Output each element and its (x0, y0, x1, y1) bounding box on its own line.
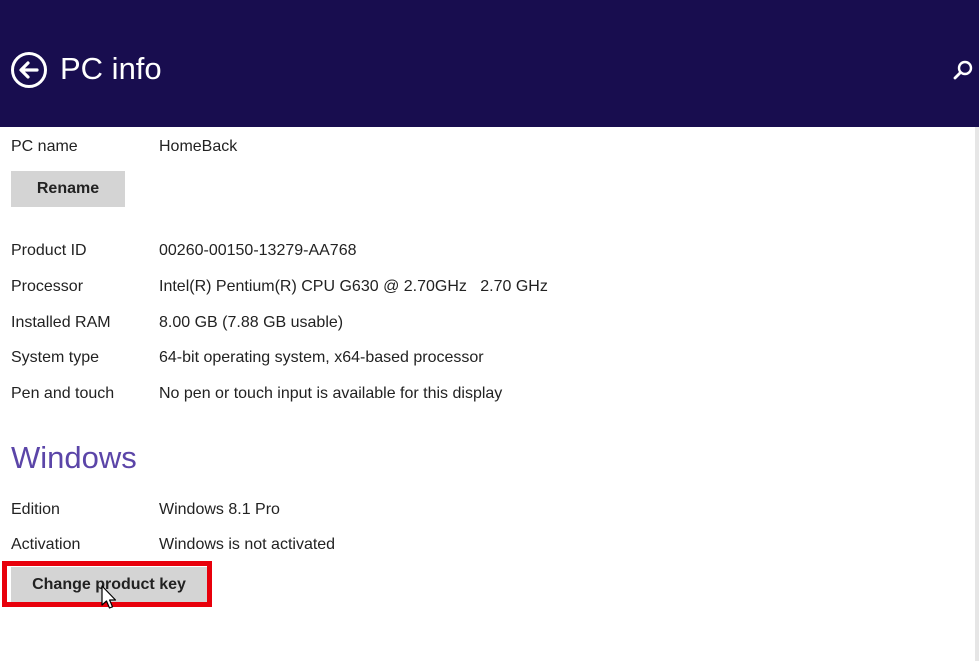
scrollbar-track[interactable] (975, 127, 979, 661)
back-button[interactable] (10, 51, 48, 89)
product-id-label: Product ID (11, 242, 87, 259)
processor-row: Processor Intel(R) Pentium(R) CPU G630 @… (11, 275, 911, 299)
app-header: PC info (0, 0, 979, 127)
activation-value: Windows is not activated (159, 536, 336, 553)
pen-touch-label: Pen and touch (11, 385, 115, 402)
edition-row: Edition Windows 8.1 Pro (11, 498, 911, 522)
back-arrow-circle-icon (11, 52, 47, 88)
pc-name-value: HomeBack (159, 138, 238, 155)
installed-ram-value: 8.00 GB (7.88 GB usable) (159, 314, 344, 331)
search-icon (953, 60, 973, 80)
windows-section-heading: Windows (11, 440, 137, 475)
installed-ram-label: Installed RAM (11, 314, 111, 331)
product-id-row: Product ID 00260-00150-13279-AA768 (11, 239, 911, 263)
change-product-key-button[interactable]: Change product key (11, 567, 207, 603)
page-title: PC info (60, 51, 162, 86)
edition-label: Edition (11, 501, 60, 518)
rename-button[interactable]: Rename (11, 171, 125, 207)
edition-value: Windows 8.1 Pro (159, 501, 280, 518)
system-type-row: System type 64-bit operating system, x64… (11, 346, 911, 370)
processor-label: Processor (11, 278, 84, 295)
product-id-value: 00260-00150-13279-AA768 (159, 242, 357, 259)
pc-info-content: PC name HomeBack Rename Product ID 00260… (0, 127, 979, 661)
processor-value: Intel(R) Pentium(R) CPU G630 @ 2.70GHz 2… (159, 278, 548, 295)
pen-touch-row: Pen and touch No pen or touch input is a… (11, 382, 911, 406)
system-type-label: System type (11, 349, 100, 366)
installed-ram-row: Installed RAM 8.00 GB (7.88 GB usable) (11, 311, 911, 335)
pc-name-label: PC name (11, 138, 78, 155)
system-type-value: 64-bit operating system, x64-based proce… (159, 349, 484, 366)
search-button[interactable] (951, 58, 975, 82)
activation-row: Activation Windows is not activated (11, 533, 911, 557)
pen-touch-value: No pen or touch input is available for t… (159, 385, 503, 402)
activation-label: Activation (11, 536, 81, 553)
pc-name-row: PC name HomeBack (11, 135, 911, 159)
